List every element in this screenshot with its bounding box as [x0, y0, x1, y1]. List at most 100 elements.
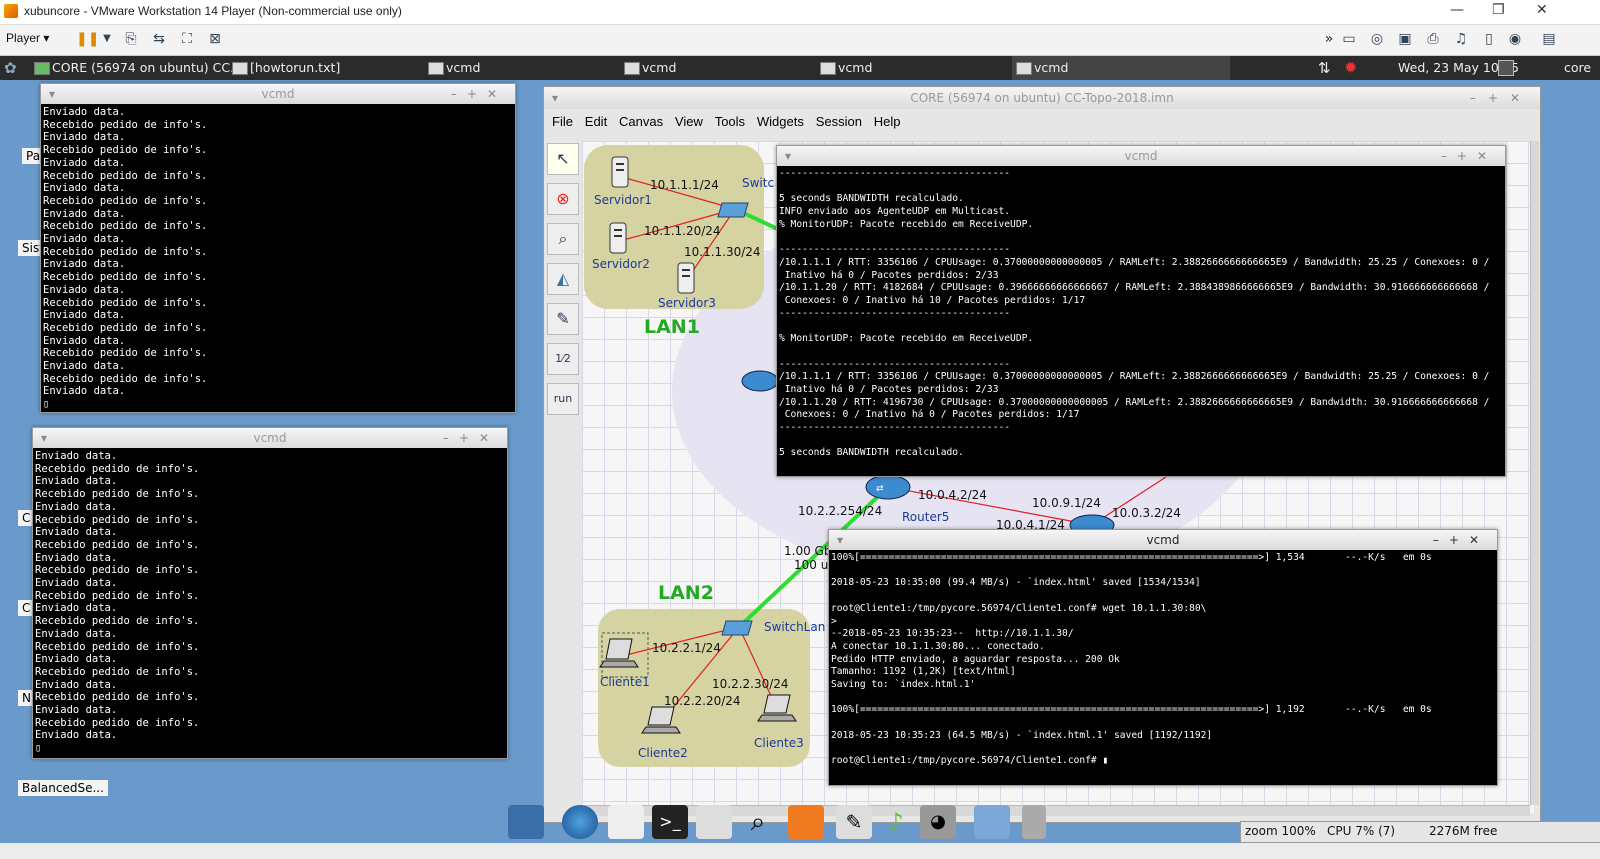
servidor3-node[interactable] [677, 262, 695, 294]
network-adapter-icon[interactable]: ▣ [1396, 31, 1414, 47]
menu-edit[interactable]: Edit [585, 111, 607, 133]
xfce-menu-icon[interactable]: ✿ [4, 59, 17, 77]
task-howtorun[interactable]: [howtorun.txt] [228, 56, 420, 80]
chevron-down-icon[interactable]: ▼ [98, 31, 116, 47]
terminal-icon [820, 62, 836, 75]
window-controls[interactable]: –+✕ [443, 428, 499, 448]
panel-user[interactable]: core [1564, 56, 1591, 80]
run-tool-button[interactable]: run [547, 383, 579, 415]
terminal-line: Recebido pedido de info's. [35, 564, 200, 577]
settings-tools-icon[interactable] [696, 805, 732, 839]
terminal-title-bar[interactable]: ▾ vcmd –+✕ [829, 530, 1497, 550]
terminal-output[interactable]: 100%[===================================… [831, 552, 1495, 783]
usb-device-icon[interactable]: ▯ [1480, 31, 1498, 47]
router-left-node[interactable] [741, 370, 779, 392]
task-vcmd-3[interactable]: vcmd [816, 56, 1008, 80]
two-node-tool-icon[interactable]: 1⁄2 [547, 343, 579, 375]
select-tool-icon[interactable]: ↖ [547, 143, 579, 175]
window-controls[interactable]: –+✕ [1470, 87, 1532, 109]
window-menu-icon[interactable]: ▾ [837, 530, 843, 550]
cliente3-label: Cliente3 [754, 736, 804, 750]
terminal-title: vcmd [1124, 149, 1158, 163]
core-title-bar[interactable]: CORE (56974 on ubuntu) CC-Topo-2018.imn … [544, 87, 1540, 109]
browser-globe-icon[interactable] [562, 805, 598, 839]
marker-tool-icon[interactable]: ✎ [547, 303, 579, 335]
menu-widgets[interactable]: Widgets [757, 111, 804, 133]
menu-tools[interactable]: Tools [715, 111, 745, 133]
terminal-line: ---------------------------------------- [779, 422, 1011, 434]
maximize-button[interactable]: ❐ [1492, 2, 1505, 18]
terminal-line: 5 seconds BANDWIDTH recalculado. [779, 447, 964, 459]
mail-icon[interactable] [608, 805, 644, 839]
menu-canvas[interactable]: Canvas [619, 111, 663, 133]
cdrom-icon[interactable]: ◎ [1368, 31, 1386, 47]
player-menu-button[interactable]: Player ▾ [6, 31, 49, 45]
window-menu-icon[interactable]: ▾ [41, 428, 47, 448]
pause-icon[interactable]: ❚❚ [76, 31, 99, 47]
usb-icon[interactable]: ⇆ [150, 31, 168, 47]
zoom-tool-icon[interactable]: ⌕ [547, 223, 579, 255]
task-vcmd-1[interactable]: vcmd [424, 56, 616, 80]
stop-session-icon[interactable]: ⊗ [547, 183, 579, 215]
svg-text:⇄: ⇄ [876, 484, 884, 494]
switch2-node[interactable] [721, 620, 753, 636]
terminal-window-2[interactable]: ▾ vcmd –+✕ Enviado data. Recebido pedido de… [32, 427, 508, 759]
close-button[interactable]: ✕ [1536, 2, 1548, 18]
search-icon[interactable]: ⌕ [740, 805, 776, 839]
task-core[interactable]: CORE (56974 on ubuntu) CC... [30, 56, 248, 80]
terminal-output[interactable]: Enviado data. Recebido pedido de info's. E… [35, 450, 505, 756]
terminal-line: Recebido pedido de info's. [43, 194, 208, 207]
desktop-icon-label[interactable]: BalancedSe... [18, 780, 108, 796]
update-alert-icon[interactable]: ✹ [1344, 58, 1357, 77]
gimp-icon[interactable]: ◕ [920, 805, 956, 839]
servidor1-node[interactable] [611, 156, 629, 188]
minimize-button[interactable]: — [1450, 2, 1464, 18]
terminal-window-1[interactable]: ▾ vcmd –+✕ Enviado data. Recebido pedido de… [40, 83, 516, 413]
plot-tool-icon[interactable]: ◭ [547, 263, 579, 295]
expand-devices-icon[interactable]: » [1320, 31, 1338, 47]
harddisk-icon[interactable]: ▭ [1340, 31, 1358, 47]
menu-help[interactable]: Help [874, 111, 901, 133]
terminal-output[interactable]: Enviado data. Recebido pedido de info's. E… [43, 106, 513, 410]
terminal-window-monitor[interactable]: ▾ vcmd –+✕ -------------------------------… [776, 145, 1506, 477]
sound-icon[interactable]: ♫ [1452, 31, 1470, 47]
terminal-output[interactable]: ----------------------------------------… [779, 168, 1503, 474]
printer-icon[interactable]: ⎙ [1424, 31, 1442, 47]
menu-view[interactable]: View [675, 111, 703, 133]
terminal-line: 100%[===================================… [831, 704, 1432, 716]
router5-node[interactable]: ⇄ [865, 474, 911, 500]
terminal-title-bar[interactable]: ▾ vcmd –+✕ [33, 428, 507, 448]
workspace-switcher-icon[interactable] [1498, 60, 1514, 76]
fullscreen-icon[interactable]: ⛶ [178, 31, 196, 47]
network-updown-icon[interactable]: ⇅ [1318, 59, 1331, 77]
terminal-title-bar[interactable]: ▾ vcmd –+✕ [41, 84, 515, 104]
canvas-vertical-scrollbar[interactable] [1530, 141, 1539, 805]
window-menu-icon[interactable]: ▾ [552, 87, 558, 109]
trash-icon[interactable] [1022, 805, 1046, 839]
window-menu-icon[interactable]: ▾ [49, 84, 55, 104]
terminal-icon[interactable]: >_ [652, 805, 688, 839]
file-manager-folder-icon[interactable] [974, 805, 1010, 839]
window-menu-icon[interactable]: ▾ [785, 146, 791, 166]
task-vcmd-4[interactable]: vcmd [1012, 56, 1230, 80]
window-controls[interactable]: –+✕ [1441, 146, 1497, 166]
terminal-window-client[interactable]: ▾ vcmd –+✕ 100%[==========================… [828, 529, 1498, 786]
terminal-title-bar[interactable]: ▾ vcmd –+✕ [777, 146, 1505, 166]
task-vcmd-2[interactable]: vcmd [620, 56, 812, 80]
message-icon[interactable]: ▤ [1540, 31, 1558, 47]
menu-file[interactable]: File [552, 111, 573, 133]
text-editor-icon[interactable]: ✎ [836, 805, 872, 839]
window-controls[interactable]: –+✕ [451, 84, 507, 104]
network-icon[interactable]: ⎘ [122, 31, 140, 47]
unity-icon[interactable]: ⊠ [206, 31, 224, 47]
music-player-icon[interactable]: ♪ [878, 805, 914, 839]
terminal-line: Recebido pedido de info's. [35, 716, 200, 729]
switch1-node[interactable] [717, 202, 749, 218]
webcam-icon[interactable]: ◉ [1506, 31, 1524, 47]
show-desktop-icon[interactable] [508, 805, 544, 839]
terminal-line: Enviado data. [43, 207, 126, 220]
menu-session[interactable]: Session [816, 111, 862, 133]
servidor2-node[interactable] [609, 222, 627, 254]
software-store-icon[interactable] [788, 805, 824, 839]
window-controls[interactable]: –+✕ [1433, 530, 1489, 550]
